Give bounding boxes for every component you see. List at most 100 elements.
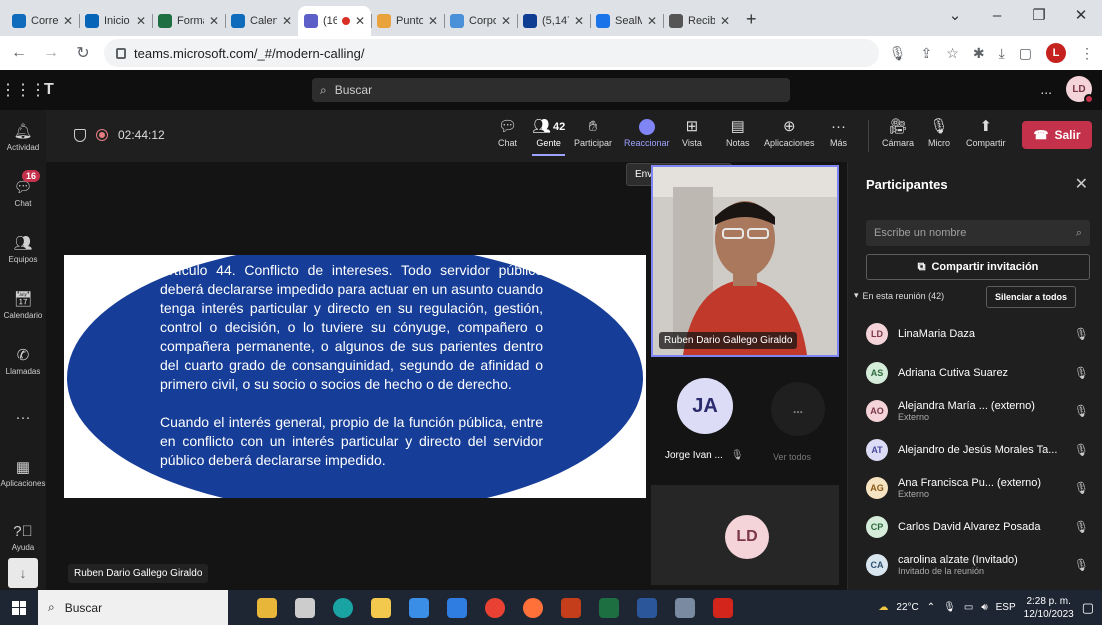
- tile-jorge[interactable]: JA Jorge Ivan ... 🎙︎: [651, 368, 759, 483]
- mute-all-button[interactable]: Silenciar a todos: [986, 286, 1077, 308]
- share-invite-button[interactable]: ⧉ Compartir invitación: [866, 254, 1090, 280]
- participant-row[interactable]: CA carolina alzate (Invitado) Invitado de …: [848, 546, 1102, 585]
- video-tile-ruben[interactable]: Ruben Dario Gallego Giraldo: [651, 165, 839, 357]
- mic-tray-icon[interactable]: 🎙︎: [943, 602, 956, 613]
- taskbar-app[interactable]: [552, 590, 590, 625]
- control-reaccionar[interactable]: Reaccionar: [624, 118, 670, 148]
- restore-button[interactable]: ❐: [1018, 6, 1060, 24]
- taskbar-app[interactable]: [438, 590, 476, 625]
- participant-row[interactable]: AG Ana Francisca Pu... (externo) Externo 🎙︎: [848, 469, 1102, 508]
- control-aplicaciones[interactable]: ⊕ Aplicaciones: [764, 118, 815, 148]
- downloads-icon[interactable]: ⤓: [999, 45, 1005, 62]
- browser-menu-icon[interactable]: ⋮: [1080, 45, 1094, 62]
- taskbar-app[interactable]: [362, 590, 400, 625]
- close-tab-icon[interactable]: ✕: [136, 14, 146, 28]
- browser-tab[interactable]: Inicio - ✕: [79, 6, 152, 36]
- close-tab-icon[interactable]: ✕: [355, 14, 365, 28]
- participant-search-input[interactable]: Escribe un nombre ⌕: [866, 220, 1090, 246]
- back-button[interactable]: ←: [8, 44, 30, 62]
- settings-more-icon[interactable]: ...: [1040, 81, 1052, 97]
- in-meeting-header[interactable]: ▾ En esta reunión (42): [854, 290, 944, 301]
- minimize-button[interactable]: –: [976, 7, 1018, 24]
- participant-row[interactable]: AS Adriana Cutiva Suarez 🎙︎: [848, 354, 1102, 393]
- close-window-button[interactable]: ✕: [1060, 6, 1102, 24]
- new-tab-button[interactable]: +: [736, 9, 767, 36]
- taskbar-app[interactable]: [324, 590, 362, 625]
- control-vista[interactable]: ⊞ Vista: [682, 118, 702, 148]
- browser-tab[interactable]: Recibo ✕: [663, 6, 736, 36]
- start-button[interactable]: [0, 600, 38, 615]
- browser-tab[interactable]: (16 ✕: [298, 6, 371, 36]
- rail-item-actividad[interactable]: 🔔︎ Actividad: [0, 110, 46, 166]
- mic-permission-icon[interactable]: 🎙︎: [889, 45, 907, 62]
- control-chat[interactable]: 💬︎ Chat: [498, 118, 517, 148]
- clock[interactable]: 2:28 p. m. 12/10/2023: [1024, 595, 1074, 621]
- control-cámara[interactable]: 🎥︎ Cámara: [882, 118, 914, 148]
- language-indicator[interactable]: ESP: [996, 602, 1016, 613]
- participant-row[interactable]: CP Carlos David Alvarez Posada 🎙︎: [848, 508, 1102, 547]
- taskbar-app[interactable]: [590, 590, 628, 625]
- rail-item-equipos[interactable]: 👥︎ Equipos: [0, 222, 46, 278]
- participant-row[interactable]: AO Alejandra María ... (externo) Externo 🎙︎: [848, 392, 1102, 431]
- browser-tab[interactable]: Punto d ✕: [371, 6, 444, 36]
- rail-item-llamadas[interactable]: ✆ Llamadas: [0, 334, 46, 390]
- close-panel-icon[interactable]: ✕: [1075, 174, 1088, 194]
- omnibox[interactable]: teams.microsoft.com/_#/modern-calling/: [104, 39, 879, 67]
- taskbar-app[interactable]: [476, 590, 514, 625]
- close-tab-icon[interactable]: ✕: [720, 14, 730, 28]
- taskbar-app[interactable]: [286, 590, 324, 625]
- close-tab-icon[interactable]: ✕: [574, 14, 584, 28]
- taskbar-app[interactable]: [400, 590, 438, 625]
- teams-search-input[interactable]: ⌕ Buscar: [312, 78, 790, 102]
- tray-expand-icon[interactable]: ⌃: [927, 602, 935, 613]
- app-launcher-icon[interactable]: ⋮⋮⋮: [0, 80, 46, 100]
- forward-button[interactable]: →: [40, 44, 62, 62]
- taskbar-app[interactable]: [248, 590, 286, 625]
- control-micro[interactable]: 🎙︎ Micro: [928, 118, 950, 148]
- bookmark-star-icon[interactable]: ☆: [946, 45, 959, 62]
- taskbar-app[interactable]: [628, 590, 666, 625]
- reload-button[interactable]: ↻: [72, 43, 94, 63]
- control-participar[interactable]: ✋︎ Participar: [574, 118, 612, 148]
- control-gente[interactable]: 👥︎ 42 Gente: [532, 118, 566, 156]
- download-app-icon[interactable]: ↓: [8, 558, 38, 588]
- rail-item-calendario[interactable]: 📅︎ Calendario: [0, 278, 46, 334]
- close-tab-icon[interactable]: ✕: [209, 14, 219, 28]
- leave-button[interactable]: ☎ Salir: [1022, 121, 1092, 149]
- tile-ld[interactable]: LD: [651, 485, 839, 585]
- network-icon[interactable]: ▭: [964, 602, 973, 613]
- taskbar-search-input[interactable]: ⌕ Buscar: [38, 590, 228, 625]
- control-compartir[interactable]: ⬆ Compartir: [966, 118, 1006, 148]
- participant-row[interactable]: LD LinaMaria Daza 🎙︎: [848, 315, 1102, 354]
- taskbar-app[interactable]: [666, 590, 704, 625]
- close-tab-icon[interactable]: ✕: [501, 14, 511, 28]
- browser-tab[interactable]: Format ✕: [152, 6, 225, 36]
- notifications-icon[interactable]: ▢: [1082, 600, 1094, 616]
- rail-item-chat[interactable]: 💬︎ Chat 16: [0, 166, 46, 222]
- close-tab-icon[interactable]: ✕: [282, 14, 292, 28]
- profile-avatar[interactable]: L: [1046, 43, 1066, 63]
- volume-icon[interactable]: 🔊︎: [981, 602, 987, 613]
- close-tab-icon[interactable]: ✕: [428, 14, 438, 28]
- browser-tab[interactable]: Calenda ✕: [225, 6, 298, 36]
- user-avatar[interactable]: LD: [1066, 76, 1094, 104]
- side-panel-icon[interactable]: ▢: [1019, 45, 1032, 62]
- close-tab-icon[interactable]: ✕: [63, 14, 73, 28]
- control-más[interactable]: ··· Más: [830, 118, 847, 148]
- rail-item-more[interactable]: ···: [0, 390, 46, 446]
- taskbar-app[interactable]: [514, 590, 552, 625]
- weather-icon[interactable]: ☁: [878, 602, 888, 613]
- taskbar-app[interactable]: [704, 590, 742, 625]
- tile-see-all[interactable]: ... Ver todos: [759, 368, 839, 483]
- participant-row[interactable]: AT Alejandro de Jesús Morales Ta... 🎙︎: [848, 431, 1102, 470]
- shield-icon[interactable]: [74, 128, 86, 142]
- close-tab-icon[interactable]: ✕: [647, 14, 657, 28]
- tab-search-icon[interactable]: ⌄: [934, 6, 976, 24]
- browser-tab[interactable]: Correo ✕: [6, 6, 79, 36]
- rail-item-aplicaciones[interactable]: ▦ Aplicaciones: [0, 446, 46, 502]
- temperature[interactable]: 22°C: [896, 602, 918, 613]
- extensions-icon[interactable]: ✱: [973, 45, 985, 62]
- browser-tab[interactable]: SealMa ✕: [590, 6, 663, 36]
- browser-tab[interactable]: Corpor ✕: [444, 6, 517, 36]
- browser-tab[interactable]: (5,147 c ✕: [517, 6, 590, 36]
